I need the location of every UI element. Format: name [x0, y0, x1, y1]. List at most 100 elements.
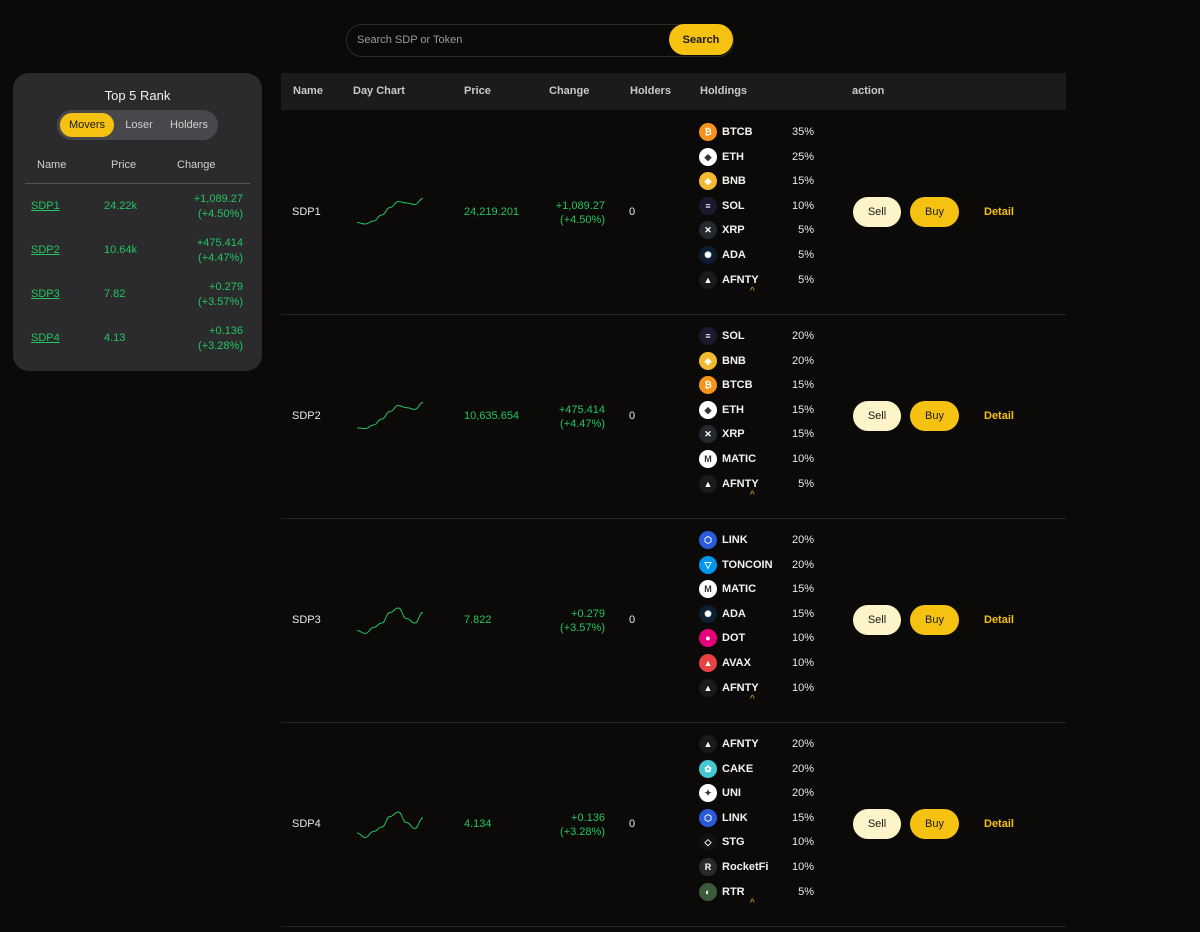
row-price: 7.822 [464, 614, 492, 626]
rank-divider [25, 183, 250, 184]
ada-icon: ✺ [699, 604, 717, 623]
tab-holders[interactable]: Holders [163, 113, 215, 137]
holding-percent: 10% [791, 861, 814, 873]
header-day-chart: Day Chart [353, 85, 405, 97]
rank-row-name-link[interactable]: SDP1 [31, 200, 60, 212]
holding-item: ◆ ETH 25% [699, 147, 814, 167]
tab-movers[interactable]: Movers [60, 113, 114, 137]
holding-token: CAKE [722, 762, 754, 775]
holding-item: R RocketFi 10% [699, 857, 814, 877]
rank-header-change: Change [177, 159, 216, 171]
row-change: +1,089.27 (+4.50%) [556, 199, 605, 227]
sell-button[interactable]: Sell [853, 197, 901, 227]
tab-loser[interactable]: Loser [117, 113, 161, 137]
header-price: Price [464, 85, 491, 97]
uni-icon: ✦ [699, 784, 717, 803]
search-input[interactable] [347, 25, 667, 54]
rocketfi-icon: R [699, 858, 717, 876]
row-change: +0.136 (+3.28%) [560, 811, 605, 839]
holding-token: RTR [722, 885, 745, 898]
holding-item: ✺ ADA 15% [699, 604, 814, 624]
holding-token: ADA [722, 607, 746, 620]
holding-percent: 10% [791, 199, 814, 212]
afnty-icon: ▲ [699, 678, 717, 697]
holding-token: STG [722, 836, 745, 849]
row-change-pct: (+4.47%) [560, 418, 605, 430]
row-name: SDP4 [292, 818, 321, 830]
chevron-up-icon[interactable]: ^ [750, 898, 755, 909]
header-holdings: Holdings [700, 85, 748, 97]
rank-row: SDP2 10.64k +475.414 (+4.47%) [13, 230, 262, 270]
holding-item: ◐ RTR 5% [699, 882, 814, 902]
sparkline-path [356, 811, 424, 839]
holding-percent: 15% [791, 379, 814, 392]
sell-button[interactable]: Sell [853, 605, 901, 635]
row-price: 24,219.201 [464, 206, 520, 218]
holding-token: LINK [722, 534, 748, 546]
matic-icon: M [699, 450, 717, 468]
holding-token: AVAX [722, 657, 751, 669]
row-change-pct: (+3.28%) [560, 826, 605, 838]
table-row: SDP2 10,635.654 +475.414 (+4.47%) 0 ≡ SOL… [281, 314, 1066, 519]
rank-row-name-link[interactable]: SDP3 [31, 288, 60, 300]
holding-item: ₿ BTCB 15% [699, 375, 814, 395]
buy-button[interactable]: Buy [910, 605, 959, 635]
holding-percent: 20% [791, 762, 814, 775]
chevron-up-icon[interactable]: ^ [750, 694, 755, 705]
buy-button[interactable]: Buy [910, 809, 959, 839]
rank-row: SDP1 24.22k +1,089.27 (+4.50%) [13, 186, 262, 226]
btc-icon: ₿ [699, 376, 717, 395]
holding-item: ▲ AFNTY 10% [699, 678, 814, 698]
holding-item: ⬡ LINK 15% [699, 808, 814, 828]
link-icon: ⬡ [699, 531, 717, 549]
rank-row-change-value: +0.279 [209, 281, 243, 293]
rank-row-change-value: +0.136 [209, 325, 243, 337]
row-name: SDP1 [292, 206, 321, 218]
detail-link[interactable]: Detail [984, 818, 1014, 830]
rank-title: Top 5 Rank [104, 88, 171, 103]
sell-button[interactable]: Sell [853, 809, 901, 839]
holding-item: ◆ ETH 15% [699, 400, 814, 420]
holding-token: LINK [722, 811, 748, 824]
rank-row-price: 7.82 [104, 288, 126, 300]
holding-token: ADA [722, 249, 746, 261]
row-change: +0.279 (+3.57%) [560, 607, 605, 635]
row-holders: 0 [629, 818, 636, 830]
holding-percent: 15% [791, 607, 814, 620]
holding-percent: 20% [791, 330, 814, 342]
detail-link[interactable]: Detail [984, 614, 1014, 626]
holding-token: UNI [722, 787, 741, 800]
top-rank-card: Top 5 Rank Movers Loser Holders Name Pri… [13, 73, 262, 371]
rank-row-name-link[interactable]: SDP2 [31, 244, 60, 256]
sell-button[interactable]: Sell [853, 401, 901, 431]
detail-link[interactable]: Detail [984, 410, 1014, 422]
holding-token: DOT [722, 632, 746, 645]
chevron-up-icon[interactable]: ^ [750, 286, 755, 297]
holding-item: ✕ XRP 15% [699, 424, 814, 444]
rank-row-name-link[interactable]: SDP4 [31, 332, 60, 344]
day-chart-sparkline [356, 402, 424, 430]
row-change-pct: (+4.50%) [560, 214, 605, 226]
holding-percent: 10% [791, 632, 814, 645]
holding-item: ▲ AFNTY 5% [699, 270, 814, 290]
row-change-pct: (+3.57%) [560, 622, 605, 634]
row-price: 10,635.654 [464, 410, 520, 422]
table-header: Name Day Chart Price Change Holders Hold… [281, 73, 1066, 110]
row-holders: 0 [629, 410, 636, 422]
holding-percent: 20% [791, 354, 814, 367]
btc-icon: ₿ [699, 123, 717, 141]
detail-link[interactable]: Detail [984, 206, 1014, 218]
rank-row-change-pct: (+3.57%) [198, 296, 243, 308]
buy-button[interactable]: Buy [910, 197, 959, 227]
chevron-up-icon[interactable]: ^ [750, 490, 755, 501]
row-holders: 0 [629, 614, 636, 626]
holding-percent: 15% [791, 428, 814, 441]
holding-token: XRP [722, 224, 745, 237]
search-button[interactable]: Search [669, 24, 733, 55]
holding-item: ▲ AFNTY 20% [699, 734, 814, 754]
xrp-icon: ✕ [699, 221, 717, 240]
buy-button[interactable]: Buy [910, 401, 959, 431]
afnty-icon: ▲ [699, 270, 717, 289]
stg-icon: ◇ [699, 833, 717, 852]
table-row: SDP3 7.822 +0.279 (+3.57%) 0 ⬡ LINK 20% ▽… [281, 518, 1066, 723]
